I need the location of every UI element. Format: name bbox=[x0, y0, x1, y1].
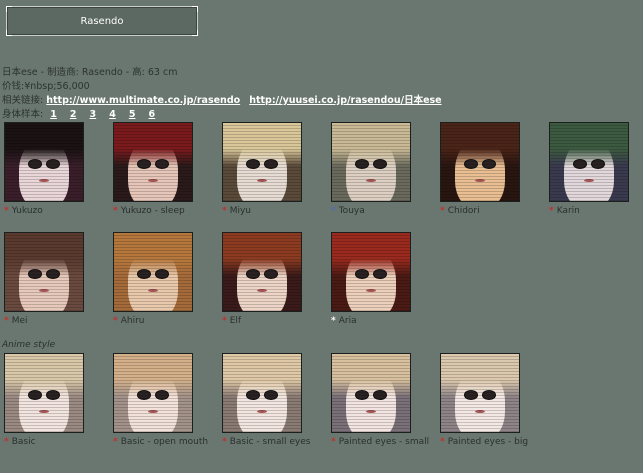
info-links-line: 相关链接: http://www.multimate.co.jp/rasendo… bbox=[2, 94, 448, 107]
doll-name: Painted eyes - big bbox=[447, 437, 529, 447]
star-marker-icon: * bbox=[440, 206, 445, 216]
scanline-overlay bbox=[5, 123, 83, 201]
doll-name: Miyu bbox=[229, 206, 252, 216]
doll-caption[interactable]: * Yukuzo bbox=[4, 206, 104, 217]
star-marker-icon: * bbox=[4, 206, 9, 216]
doll-name: Mei bbox=[11, 316, 28, 326]
scanline-overlay bbox=[332, 354, 410, 432]
corner-decoration bbox=[6, 6, 12, 12]
doll-caption[interactable]: * Chidori bbox=[440, 206, 540, 217]
star-marker-icon: * bbox=[113, 437, 118, 447]
star-marker-icon: * bbox=[113, 206, 118, 216]
doll-name: Basic - open mouth bbox=[120, 437, 209, 447]
scanline-overlay bbox=[114, 354, 192, 432]
doll-thumbnail[interactable] bbox=[549, 122, 629, 202]
corner-decoration bbox=[192, 6, 198, 12]
page-link-2[interactable]: 2 bbox=[70, 109, 77, 120]
doll-thumbnail[interactable] bbox=[113, 232, 193, 312]
page-link-1[interactable]: 1 bbox=[50, 109, 57, 120]
scanline-overlay bbox=[114, 233, 192, 311]
info-price-line: 价钱:¥nbsp;56,000 bbox=[2, 81, 90, 92]
doll-name: Basic - small eyes bbox=[229, 437, 311, 447]
doll-name: Basic bbox=[11, 437, 36, 447]
doll-caption[interactable]: * Basic - open mouth bbox=[113, 437, 213, 448]
star-marker-icon: * bbox=[222, 206, 227, 216]
scanline-overlay bbox=[441, 354, 519, 432]
page-link-5[interactable]: 5 bbox=[129, 109, 136, 120]
star-marker-icon: * bbox=[222, 437, 227, 447]
doll-thumbnail[interactable] bbox=[4, 122, 84, 202]
link-yuusei[interactable]: http://yuusei.co.jp/rasendou/日本ese bbox=[249, 95, 441, 106]
doll-caption[interactable]: * Ahiru bbox=[113, 316, 213, 327]
info-maker-line: 日本ese - 制造商: Rasendo - 高: 63 cm bbox=[2, 67, 178, 78]
doll-name: Aria bbox=[338, 316, 357, 326]
doll-caption[interactable]: * Painted eyes - small bbox=[331, 437, 431, 448]
page-link-4[interactable]: 4 bbox=[109, 109, 116, 120]
anime-style-label: Anime style bbox=[2, 340, 56, 350]
star-marker-icon: * bbox=[440, 437, 445, 447]
doll-thumbnail[interactable] bbox=[331, 232, 411, 312]
links-label: 相关链接: bbox=[2, 95, 44, 106]
doll-caption[interactable]: * Painted eyes - big bbox=[440, 437, 540, 448]
star-marker-icon: * bbox=[331, 437, 336, 447]
pages-label: 身体样本: bbox=[2, 109, 44, 120]
scanline-overlay bbox=[332, 123, 410, 201]
star-marker-icon: * bbox=[549, 206, 554, 216]
scanline-overlay bbox=[5, 233, 83, 311]
page-link-3[interactable]: 3 bbox=[90, 109, 97, 120]
doll-caption[interactable]: * Aria bbox=[331, 316, 431, 327]
doll-thumbnail[interactable] bbox=[331, 122, 411, 202]
doll-thumbnail[interactable] bbox=[222, 122, 302, 202]
scanline-overlay bbox=[332, 233, 410, 311]
doll-thumbnail[interactable] bbox=[4, 353, 84, 433]
title-box: Rasendo bbox=[6, 6, 198, 36]
body-samples-line: 身体样本: 1 2 3 4 5 6 bbox=[2, 108, 161, 121]
doll-name: Elf bbox=[229, 316, 242, 326]
doll-thumbnail[interactable] bbox=[440, 122, 520, 202]
doll-caption[interactable]: * Elf bbox=[222, 316, 322, 327]
corner-decoration bbox=[192, 30, 198, 36]
star-marker-icon: * bbox=[4, 316, 9, 326]
star-marker-icon: * bbox=[113, 316, 118, 326]
doll-name: Ahiru bbox=[120, 316, 145, 326]
doll-name: Painted eyes - small bbox=[338, 437, 430, 447]
scanline-overlay bbox=[5, 354, 83, 432]
scanline-overlay bbox=[550, 123, 628, 201]
corner-decoration bbox=[6, 30, 12, 36]
doll-thumbnail[interactable] bbox=[222, 232, 302, 312]
doll-thumbnail[interactable] bbox=[113, 353, 193, 433]
doll-thumbnail[interactable] bbox=[222, 353, 302, 433]
scanline-overlay bbox=[114, 123, 192, 201]
star-marker-icon: * bbox=[4, 437, 9, 447]
doll-name: Karin bbox=[556, 206, 580, 216]
page-link-6[interactable]: 6 bbox=[149, 109, 156, 120]
star-marker-icon: * bbox=[331, 206, 336, 216]
doll-caption[interactable]: * Basic - small eyes bbox=[222, 437, 322, 448]
doll-caption[interactable]: * Miyu bbox=[222, 206, 322, 217]
doll-name: Yukuzo bbox=[11, 206, 43, 216]
doll-caption[interactable]: * Basic bbox=[4, 437, 104, 448]
doll-name: Chidori bbox=[447, 206, 480, 216]
star-marker-icon: * bbox=[331, 316, 336, 326]
doll-thumbnail[interactable] bbox=[440, 353, 520, 433]
doll-name: Yukuzo - sleep bbox=[120, 206, 185, 216]
doll-thumbnail[interactable] bbox=[331, 353, 411, 433]
doll-caption[interactable]: * Yukuzo - sleep bbox=[113, 206, 213, 217]
doll-name: Touya bbox=[338, 206, 365, 216]
link-multimate[interactable]: http://www.multimate.co.jp/rasendo bbox=[46, 95, 240, 106]
scanline-overlay bbox=[441, 123, 519, 201]
page-title: Rasendo bbox=[80, 15, 124, 27]
scanline-overlay bbox=[223, 233, 301, 311]
doll-thumbnail[interactable] bbox=[4, 232, 84, 312]
doll-caption[interactable]: * Touya bbox=[331, 206, 431, 217]
scanline-overlay bbox=[223, 354, 301, 432]
doll-thumbnail[interactable] bbox=[113, 122, 193, 202]
doll-caption[interactable]: * Mei bbox=[4, 316, 104, 327]
scanline-overlay bbox=[223, 123, 301, 201]
star-marker-icon: * bbox=[222, 316, 227, 326]
doll-caption[interactable]: * Karin bbox=[549, 206, 643, 217]
